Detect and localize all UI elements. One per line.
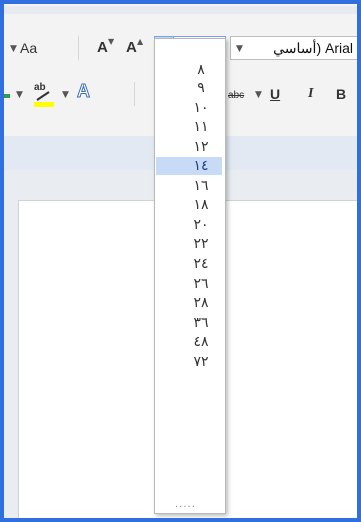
text-effects-button[interactable]: A [77, 82, 91, 101]
font-size-option[interactable]: ٧٢ [156, 353, 222, 371]
font-name-combobox[interactable]: ▼ أساسي) Arial [230, 36, 357, 60]
underline-dropdown-icon[interactable]: ▼ [255, 90, 262, 100]
separator [134, 82, 135, 106]
font-size-option[interactable]: ١٠ [156, 99, 222, 117]
font-size-option[interactable]: ٢٢ [156, 235, 222, 253]
shrink-arrow-icon: ▼ [108, 37, 115, 46]
font-name-value[interactable]: أساسي) Arial [273, 40, 353, 57]
font-size-option[interactable]: ١٤ [156, 157, 222, 175]
font-size-option[interactable]: ١٨ [156, 196, 222, 214]
change-case-button[interactable]: Aa [20, 40, 37, 56]
font-size-option[interactable]: ٤٨ [156, 333, 222, 351]
separator [78, 36, 79, 60]
font-size-option[interactable]: ٣٦ [156, 314, 222, 332]
font-size-option[interactable]: ١٦ [156, 177, 222, 195]
font-size-option[interactable]: ٩ [156, 79, 222, 97]
grow-font-button[interactable]: A [126, 40, 137, 56]
ribbon-top-strip [4, 6, 357, 14]
italic-button[interactable]: I [308, 86, 313, 102]
highlight-dropdown-icon[interactable]: ▼ [62, 90, 69, 100]
grow-arrow-icon: ▲ [137, 37, 144, 46]
font-size-option[interactable]: ٢٤ [156, 255, 222, 273]
font-color-swatch[interactable] [4, 94, 10, 98]
bold-button[interactable]: B [336, 86, 346, 102]
strikethrough-button[interactable]: abc [228, 88, 244, 104]
more-sizes-indicator: ..... [175, 499, 196, 510]
chevron-down-icon[interactable]: ▼ [236, 44, 243, 54]
font-size-option[interactable]: ١١ [156, 118, 222, 136]
underline-button[interactable]: U [270, 86, 280, 102]
shrink-font-button[interactable]: A [97, 40, 108, 56]
font-size-option[interactable]: ٨ [156, 61, 222, 79]
highlight-color-swatch [34, 102, 54, 107]
font-size-option[interactable]: ٢٠ [156, 216, 222, 234]
app-window: ▼ Aa A ▼ A ▲ ▼ ١١ ▼ أساسي) Arial ▼ ab [0, 0, 361, 522]
font-size-option[interactable]: ٢٨ [156, 294, 222, 312]
font-size-dropdown-list: ٨ ٩ ١٠ ١١ ١٢ ١٤ ١٦ ١٨ ٢٠ ٢٢ ٢٤ ٢٦ ٢٨ ٣٦ ٤٨ ٧٢ ..... [154, 38, 226, 514]
font-size-option[interactable]: ١٢ [156, 138, 222, 156]
change-case-dropdown-icon[interactable]: ▼ [10, 44, 17, 54]
font-size-option[interactable]: ٢٦ [156, 275, 222, 293]
font-color-dropdown-icon[interactable]: ▼ [16, 90, 23, 100]
